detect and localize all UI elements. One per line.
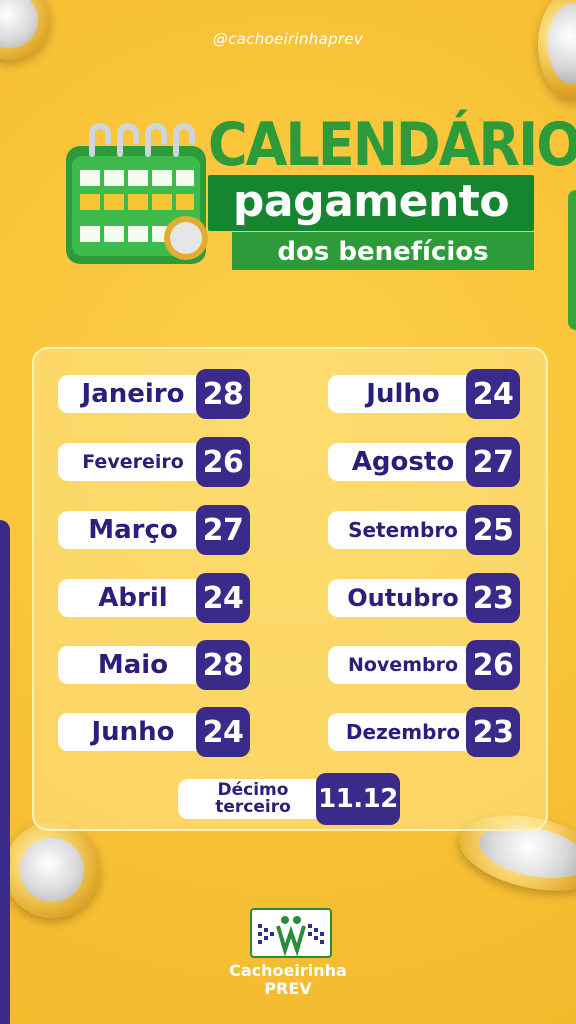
month-row-junho: Junho 24 xyxy=(58,707,250,757)
month-day: 28 xyxy=(196,640,250,690)
calendar-icon xyxy=(66,123,208,264)
month-row-janeiro: Janeiro 28 xyxy=(58,369,250,419)
logo-sub: PREV xyxy=(264,979,312,998)
month-label: Janeiro xyxy=(58,375,208,413)
thirteenth-label: Décimo terceiro xyxy=(178,779,328,819)
thirteenth-row: Décimo terceiro 11.12 xyxy=(178,773,404,825)
calendar-card: Janeiro 28 Fevereiro 26 Março 27 Abril 2… xyxy=(32,347,548,831)
month-row-julho: Julho 24 xyxy=(328,369,520,419)
month-label: Abril xyxy=(58,579,208,617)
month-row-outubro: Outubro 23 xyxy=(328,573,520,623)
month-row-dezembro: Dezembro 23 xyxy=(328,707,520,757)
month-label: Agosto xyxy=(328,443,478,481)
page: @cachoeirinhaprev CALENDÁRIO DE pagament… xyxy=(0,0,576,1024)
month-day: 25 xyxy=(466,505,520,555)
title-line-2: pagamento xyxy=(232,176,510,227)
month-row-setembro: Setembro 25 xyxy=(328,505,520,555)
month-row-novembro: Novembro 26 xyxy=(328,640,520,690)
month-day: 26 xyxy=(196,437,250,487)
coin-decoration xyxy=(4,822,100,918)
title-line-3-box: dos benefícios xyxy=(232,232,534,270)
month-day: 23 xyxy=(466,573,520,623)
month-label: Setembro xyxy=(328,511,478,549)
title-line-2-box: pagamento xyxy=(208,175,534,231)
month-label: Junho xyxy=(58,713,208,751)
thirteenth-date: 11.12 xyxy=(316,773,400,825)
month-row-abril: Abril 24 xyxy=(58,573,250,623)
logo-name: Cachoeirinha xyxy=(229,961,347,980)
social-handle: @cachoeirinhaprev xyxy=(212,30,364,48)
month-label: Dezembro xyxy=(328,713,478,751)
month-day: 24 xyxy=(196,573,250,623)
month-label: Novembro xyxy=(328,646,478,684)
month-label: Outubro xyxy=(328,579,478,617)
month-row-agosto: Agosto 27 xyxy=(328,437,520,487)
month-label: Fevereiro xyxy=(58,443,208,481)
month-day: 24 xyxy=(196,707,250,757)
month-label: Maio xyxy=(58,646,208,684)
month-row-maio: Maio 28 xyxy=(58,640,250,690)
title-line-3: dos benefícios xyxy=(277,237,489,267)
coin-decoration xyxy=(538,0,576,100)
month-row-marco: Março 27 xyxy=(58,505,250,555)
month-label: Julho xyxy=(328,375,478,413)
month-row-fevereiro: Fevereiro 26 xyxy=(58,437,250,487)
month-label: Março xyxy=(58,511,208,549)
thirteenth-label-line2: terceiro xyxy=(215,797,291,817)
logo-mark-icon xyxy=(250,908,332,958)
month-day: 24 xyxy=(466,369,520,419)
month-day: 26 xyxy=(466,640,520,690)
month-day: 27 xyxy=(466,437,520,487)
month-day: 28 xyxy=(196,369,250,419)
month-day: 27 xyxy=(196,505,250,555)
cachoeirinha-prev-logo: Cachoeirinha PREV xyxy=(228,908,348,1018)
month-day: 23 xyxy=(466,707,520,757)
left-accent-bar xyxy=(0,520,10,1024)
